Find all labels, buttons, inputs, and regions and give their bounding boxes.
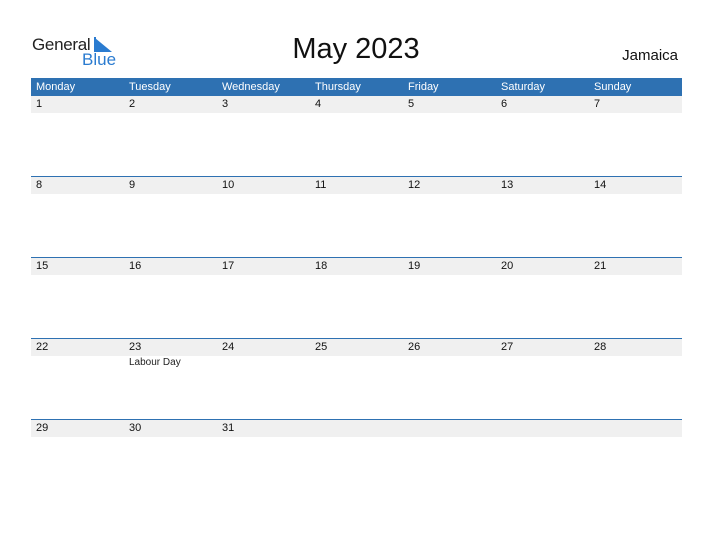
day-number [403,420,496,437]
weekday-friday: Friday [408,81,439,93]
day-number: 17 [222,260,235,272]
day-number: 23 [129,341,142,353]
date-band: 22 23 24 25 26 27 28 [31,339,682,356]
weekday-thursday: Thursday [315,81,361,93]
date-band: 1 2 3 4 5 6 7 [31,96,682,113]
day-number: 12 [408,179,421,191]
day-number [496,420,589,437]
calendar-grid: Monday Tuesday Wednesday Thursday Friday… [31,78,682,437]
day-number: 29 [36,422,49,434]
weekday-wednesday: Wednesday [222,81,280,93]
weekday-sunday: Sunday [594,81,632,93]
day-number: 19 [408,260,421,272]
day-number: 3 [222,98,229,110]
day-number: 15 [36,260,49,272]
day-number: 26 [408,341,421,353]
date-band: 29 30 31 [31,420,682,437]
holiday-label [310,356,403,369]
date-band: 8 9 10 11 12 13 14 [31,177,682,194]
day-number: 9 [129,179,136,191]
country-label: Jamaica [622,47,678,64]
date-band: 15 16 17 18 19 20 21 [31,258,682,275]
day-number: 7 [594,98,601,110]
weekday-monday: Monday [36,81,76,93]
day-number: 27 [501,341,514,353]
day-number [310,420,403,437]
day-number: 2 [129,98,136,110]
holiday-label [31,356,124,369]
holiday-label: Labour Day [129,357,181,368]
day-number: 30 [129,422,142,434]
day-number: 8 [36,179,43,191]
day-number: 4 [315,98,322,110]
day-number: 25 [315,341,328,353]
holiday-label [217,356,310,369]
day-number: 20 [501,260,514,272]
holiday-label [589,356,682,369]
day-number [589,420,682,437]
weekday-saturday: Saturday [501,81,546,93]
day-number: 6 [501,98,508,110]
day-number: 21 [594,260,607,272]
event-row: Labour Day [31,356,682,369]
holiday-label [496,356,589,369]
day-number: 24 [222,341,235,353]
day-number: 10 [222,179,235,191]
week-row: 22 23 24 25 26 27 28 Labour Day [31,338,682,420]
day-number: 16 [129,260,142,272]
holiday-label [403,356,496,369]
week-row: 29 30 31 [31,419,682,501]
week-row: 15 16 17 18 19 20 21 [31,257,682,339]
day-number: 31 [222,422,235,434]
calendar-title: May 2023 [292,33,420,65]
day-number: 13 [501,179,514,191]
week-row: 1 2 3 4 5 6 7 [31,96,682,177]
day-number: 11 [315,179,327,191]
week-row: 8 9 10 11 12 13 14 [31,176,682,258]
day-number: 28 [594,341,607,353]
day-number: 14 [594,179,607,191]
day-number: 5 [408,98,415,110]
weekday-tuesday: Tuesday [129,81,171,93]
day-number: 1 [36,98,43,110]
day-number: 22 [36,341,49,353]
weekday-header: Monday Tuesday Wednesday Thursday Friday… [31,78,682,96]
day-number: 18 [315,260,328,272]
